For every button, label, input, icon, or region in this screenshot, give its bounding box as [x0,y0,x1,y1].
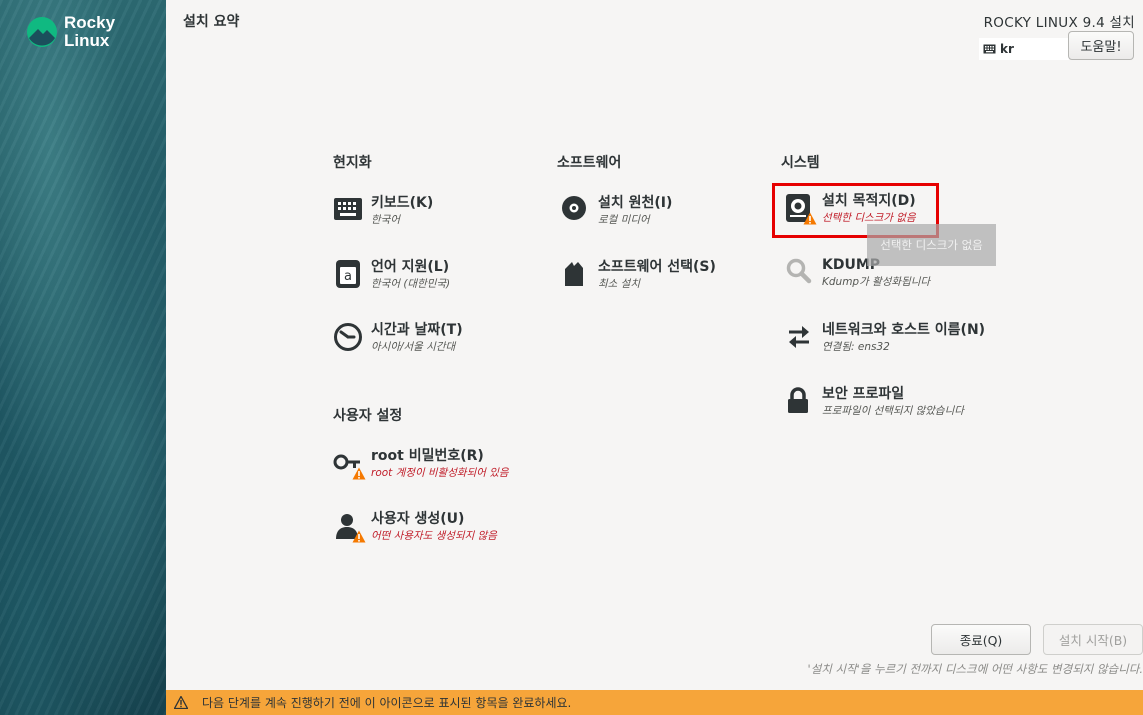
spoke-root-password[interactable]: root 비밀번호(R) root 계정이 비활성화되어 있음 [333,447,509,481]
keyboard-layout-indicator[interactable]: kr [979,38,1069,60]
time-spoke-title: 시간과 날짜(T) [371,322,463,338]
language-spoke-title: 언어 지원(L) [371,259,450,275]
root-password-spoke-title: root 비밀번호(R) [371,448,484,464]
begin-installation-button[interactable]: 설치 시작(B) [1043,624,1143,655]
rocky-linux-logo: Rocky Linux [26,14,115,50]
section-title-system: 시스템 [781,155,820,171]
network-arrows-icon [784,322,814,352]
root-password-spoke-status: root 계정이 비활성화되어 있음 [371,467,509,479]
user-creation-spoke-status: 어떤 사용자도 생성되지 않음 [371,530,497,542]
spoke-language-support[interactable]: a 언어 지원(L) 한국어 (대한민국) [333,258,450,292]
product-title: ROCKY LINUX 9.4 설치 [983,15,1135,31]
time-spoke-status: 아시아/서울 시간대 [371,341,456,353]
keyboard-spoke-status: 한국어 [371,214,400,226]
magnifier-icon [784,257,814,287]
warning-icon [174,696,188,709]
language-icon: a [333,259,363,289]
security-profile-spoke-status: 프로파일이 선택되지 않았습니다 [822,405,964,417]
spoke-network-hostname[interactable]: 네트워크와 호스트 이름(N) 연결됨: ens32 [784,321,985,355]
network-spoke-title: 네트워크와 호스트 이름(N) [822,322,986,338]
software-selection-spoke-title: 소프트웨어 선택(S) [598,259,716,275]
user-creation-spoke-title: 사용자 생성(U) [371,511,465,527]
keyboard-spoke-icon [333,195,363,225]
rocky-logo-icon [27,17,57,47]
spoke-user-creation[interactable]: 사용자 생성(U) 어떤 사용자도 생성되지 않음 [333,510,497,544]
spoke-keyboard[interactable]: 키보드(K) 한국어 [333,194,433,228]
spoke-time-date[interactable]: 시간과 날짜(T) 아시아/서울 시간대 [333,321,463,355]
keyboard-spoke-title: 키보드(K) [371,195,434,211]
page-title: 설치 요약 [183,14,240,30]
logo-line1: Rocky [64,13,116,32]
spoke-installation-source[interactable]: 설치 원천(I) 로컬 미디어 [560,194,672,228]
software-selection-spoke-status: 최소 설치 [598,278,640,290]
section-title-software: 소프트웨어 [557,155,622,171]
help-button[interactable]: 도움말! [1068,31,1134,60]
key-icon [333,448,366,480]
sidebar: Rocky Linux [0,0,166,715]
disc-icon [560,195,590,225]
user-icon [333,511,366,543]
keyboard-layout-label: kr [1000,42,1014,56]
section-title-localization: 현지화 [333,155,372,171]
logo-line2: Linux [64,31,110,50]
spoke-software-selection[interactable]: 소프트웨어 선택(S) 최소 설치 [560,258,716,292]
clock-icon [333,322,363,352]
package-icon [560,259,590,289]
installation-source-spoke-title: 설치 원천(I) [598,195,673,211]
warning-badge-icon [352,530,366,543]
quit-button[interactable]: 종료(Q) [931,624,1031,655]
footnote: '설치 시작'을 누르기 전까지 디스크에 어떤 사항도 변경되지 않습니다. [807,662,1143,676]
tooltip: 선택한 디스크가 없음 [867,224,996,266]
installation-source-spoke-status: 로컬 미디어 [598,214,650,226]
warning-bar-message: 다음 단계를 계속 진행하기 전에 이 아이콘으로 표시된 항목을 완료하세요. [202,696,572,710]
language-spoke-status: 한국어 (대한민국) [371,278,451,290]
keyboard-icon [983,44,996,54]
network-spoke-status: 연결됨: ens32 [822,341,890,353]
kdump-spoke-status: Kdump가 활성화됩니다 [822,276,931,288]
security-profile-spoke-title: 보안 프로파일 [822,386,905,402]
warning-badge-icon [352,467,366,480]
section-title-user-settings: 사용자 설정 [333,408,403,424]
warning-bar: 다음 단계를 계속 진행하기 전에 이 아이콘으로 표시된 항목을 완료하세요. [166,690,1143,715]
svg-text:a: a [344,269,352,284]
spoke-security-profile[interactable]: 보안 프로파일 프로파일이 선택되지 않았습니다 [784,385,964,419]
lock-icon [784,386,814,416]
